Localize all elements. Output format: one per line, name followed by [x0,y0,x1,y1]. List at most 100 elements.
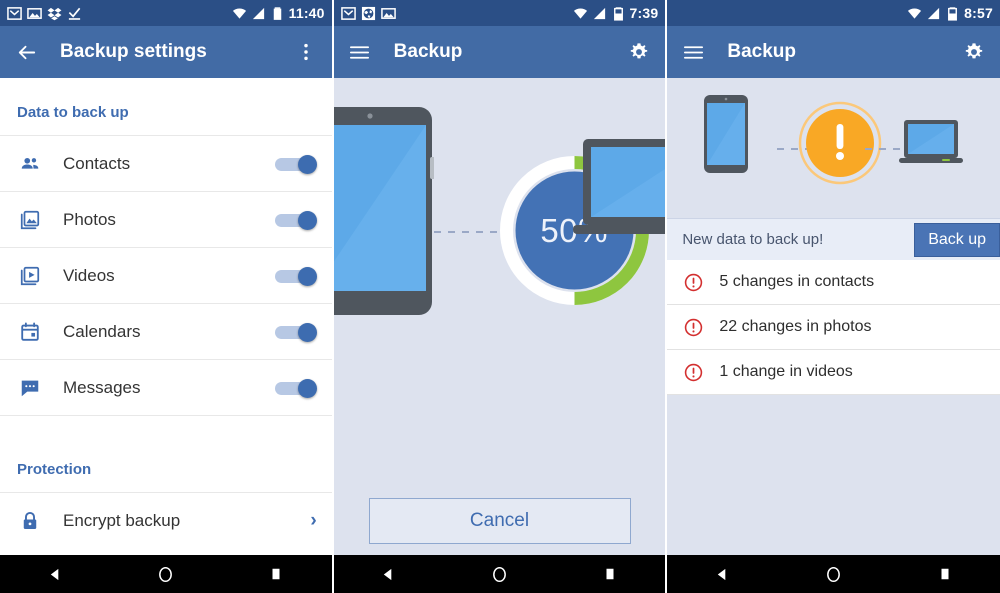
hamburger-menu-icon[interactable] [348,40,372,64]
wifi-icon [908,7,922,19]
panel-backup-alert: 8:57 Backup New data to back up! Back up… [667,0,1000,593]
photos-icon [17,209,43,231]
nav-home-button[interactable] [149,555,183,593]
toggle-calendars[interactable] [274,322,317,342]
status-bar-clock: 11:40 [288,5,325,21]
check-download-icon [68,7,81,20]
alert-circle-icon [685,273,703,291]
setting-row-calendars[interactable]: Calendars [0,303,332,359]
page-title: Backup [727,41,796,62]
toggle-thumb [297,154,317,174]
signal-icon [928,7,940,19]
connection-dash-left [433,231,502,233]
change-row-label: 1 change in videos [719,363,853,380]
hamburger-menu-icon[interactable] [681,40,705,64]
setting-row-contacts[interactable]: Contacts [0,135,332,191]
toggle-contacts[interactable] [274,154,317,174]
battery-icon [273,6,281,20]
backup-illustration: 50% [333,78,666,408]
cancel-button[interactable]: Cancel [368,498,631,544]
toggle-thumb [297,322,317,342]
setting-row-photos[interactable]: Photos [0,191,332,247]
gmail-icon [7,6,22,20]
battery-icon [948,6,958,21]
phone-illustration [333,107,434,315]
setting-row-videos[interactable]: Videos [0,247,332,303]
nav-recents-button[interactable] [259,555,293,593]
nav-back-button[interactable] [706,555,740,593]
toggle-messages[interactable] [274,378,317,398]
cancel-button-container: Cancel [334,498,666,544]
photo-icon [27,7,42,19]
toggle-videos[interactable] [274,266,317,286]
warning-indicator [797,100,883,186]
toggle-thumb [297,378,317,398]
gear-icon[interactable] [962,40,986,64]
setting-control[interactable] [274,378,317,398]
phone-illustration [704,95,749,173]
chevron-right-icon: › [310,509,317,531]
calendar-icon [17,321,43,343]
settings-list: Data to back up Contacts Photos Videos C… [0,78,332,593]
signal-icon [593,7,605,19]
status-bar: 11:40 [0,0,332,26]
nav-back-button[interactable] [38,555,72,593]
gear-icon[interactable] [627,40,651,64]
page-title: Backup [393,41,463,62]
section-heading-data: Data to back up [17,104,129,121]
setting-row-messages[interactable]: Messages [0,359,332,415]
app-bar: Backup settings [0,26,332,78]
alert-circle-icon [685,363,703,381]
setting-control[interactable] [274,322,317,342]
laptop-illustration [899,120,963,163]
overflow-menu-icon[interactable] [294,40,318,64]
setting-control[interactable] [274,154,317,174]
alert-circle-icon [685,318,703,336]
setting-control[interactable] [274,266,317,286]
battery-icon [613,6,623,21]
setting-label: Encrypt backup [63,510,181,530]
setting-label: Messages [63,377,141,397]
change-row-label: 5 changes in contacts [719,273,875,290]
toggle-thumb [297,266,317,286]
back-up-button[interactable]: Back up [914,222,1000,257]
toggle-thumb [297,210,317,230]
globe-icon [361,6,375,20]
status-bar-right-icons: 7:39 [573,5,659,21]
screenshot-root: 11:40 Backup settings Data to back up Co… [0,0,1000,593]
change-row-videos[interactable]: 1 change in videos [667,350,1000,395]
status-bar-left-icons [7,6,82,21]
app-bar: Backup [333,26,666,78]
status-bar-right-icons: 11:40 [232,5,325,21]
section-heading-protection: Protection [17,461,92,478]
page-title: Backup settings [60,41,207,62]
setting-label: Videos [63,265,115,285]
app-bar: Backup [667,26,1000,78]
change-row-label: 22 changes in photos [719,318,872,335]
lock-icon [17,510,43,532]
nav-recents-button[interactable] [928,555,962,593]
setting-control[interactable] [274,210,317,230]
status-bar-right-icons: 8:57 [907,5,993,21]
nav-home-button[interactable] [817,555,851,593]
back-arrow-icon[interactable] [14,40,38,64]
toggle-photos[interactable] [274,210,317,230]
setting-control[interactable]: › [310,510,316,532]
setting-label: Photos [63,209,116,229]
new-data-banner-text: New data to back up! [682,231,824,248]
setting-row-encrypt-backup[interactable]: Encrypt backup › [0,492,332,548]
status-bar-left-icons [340,6,396,21]
change-row-contacts[interactable]: 5 changes in contacts [667,260,1000,305]
nav-recents-button[interactable] [593,555,627,593]
videos-icon [17,265,43,287]
backup-alert-illustration [667,78,1000,218]
alert-screen-body: New data to back up! Back up 5 changes i… [667,78,1000,593]
setting-label: Contacts [63,153,131,173]
contacts-icon [17,153,43,175]
change-row-photos[interactable]: 22 changes in photos [667,305,1000,350]
nav-home-button[interactable] [482,555,516,593]
nav-back-button[interactable] [372,555,406,593]
status-bar: 8:57 [667,0,1000,26]
android-nav-bar [667,555,1000,593]
status-bar-clock: 7:39 [629,5,659,21]
